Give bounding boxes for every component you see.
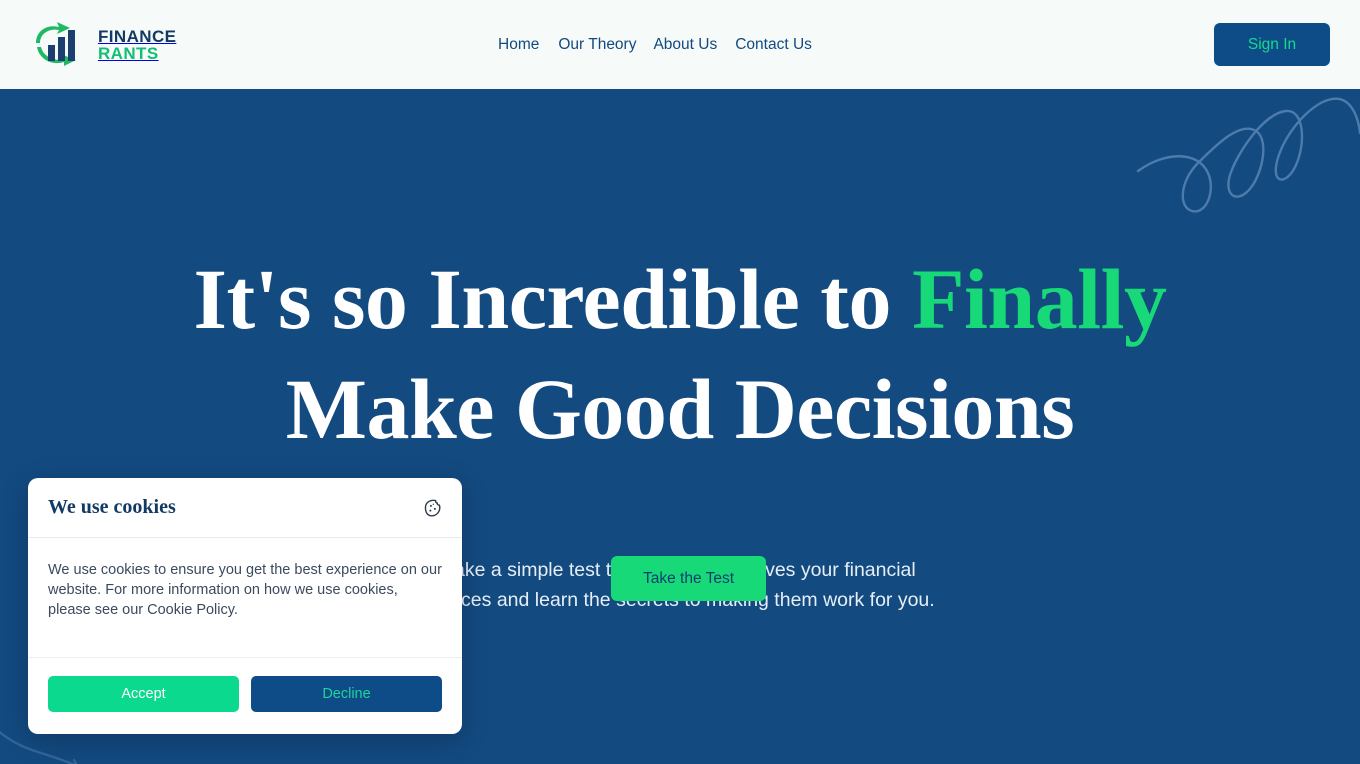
nav-item-home[interactable]: Home <box>498 34 539 56</box>
site-logo[interactable]: FINANCE RANTS <box>30 19 176 71</box>
hero-title-line-1: It's so Incredible to Finally <box>194 251 1167 347</box>
cookie-banner-title: We use cookies <box>48 496 176 518</box>
logo-line-rants: RANTS <box>98 44 159 63</box>
nav-item-about-us[interactable]: About Us <box>653 34 717 56</box>
cookie-consent-banner: We use cookies We use cookies to ensure … <box>28 478 462 734</box>
cookie-icon <box>424 499 441 517</box>
finance-rants-chart-arrow-logo-icon <box>36 22 76 66</box>
nav-item-our-theory[interactable]: Our Theory <box>558 34 636 56</box>
cookie-banner-actions: Accept Decline <box>28 658 462 734</box>
cookie-banner-body: We use cookies to ensure you get the bes… <box>28 538 462 658</box>
hero-title-line-2: Make Good Decisions <box>285 361 1075 457</box>
site-header: FINANCE RANTS Home Our Theory About Us C… <box>0 0 1360 89</box>
hero-title-accent: Finally <box>911 251 1167 347</box>
main-navigation: Home Our Theory About Us Contact Us <box>498 34 812 56</box>
hero-title: It's so Incredible to Finally Make Good … <box>0 244 1360 464</box>
logo-wordmark: FINANCE RANTS <box>98 26 177 63</box>
take-the-test-button[interactable]: Take the Test <box>611 556 766 601</box>
accept-cookies-button[interactable]: Accept <box>48 676 239 712</box>
hero-title-text: It's so Incredible to <box>193 251 912 347</box>
cookie-banner-text: We use cookies to ensure you get the bes… <box>48 562 442 618</box>
decline-cookies-button[interactable]: Decline <box>251 676 442 712</box>
logo-line-finance: FINANCE <box>98 26 177 46</box>
sign-in-button[interactable]: Sign In <box>1214 23 1330 66</box>
nav-item-contact-us[interactable]: Contact Us <box>735 34 812 56</box>
squiggle-decoration-top-right-icon <box>1136 97 1360 213</box>
cookie-banner-header: We use cookies <box>28 478 462 538</box>
